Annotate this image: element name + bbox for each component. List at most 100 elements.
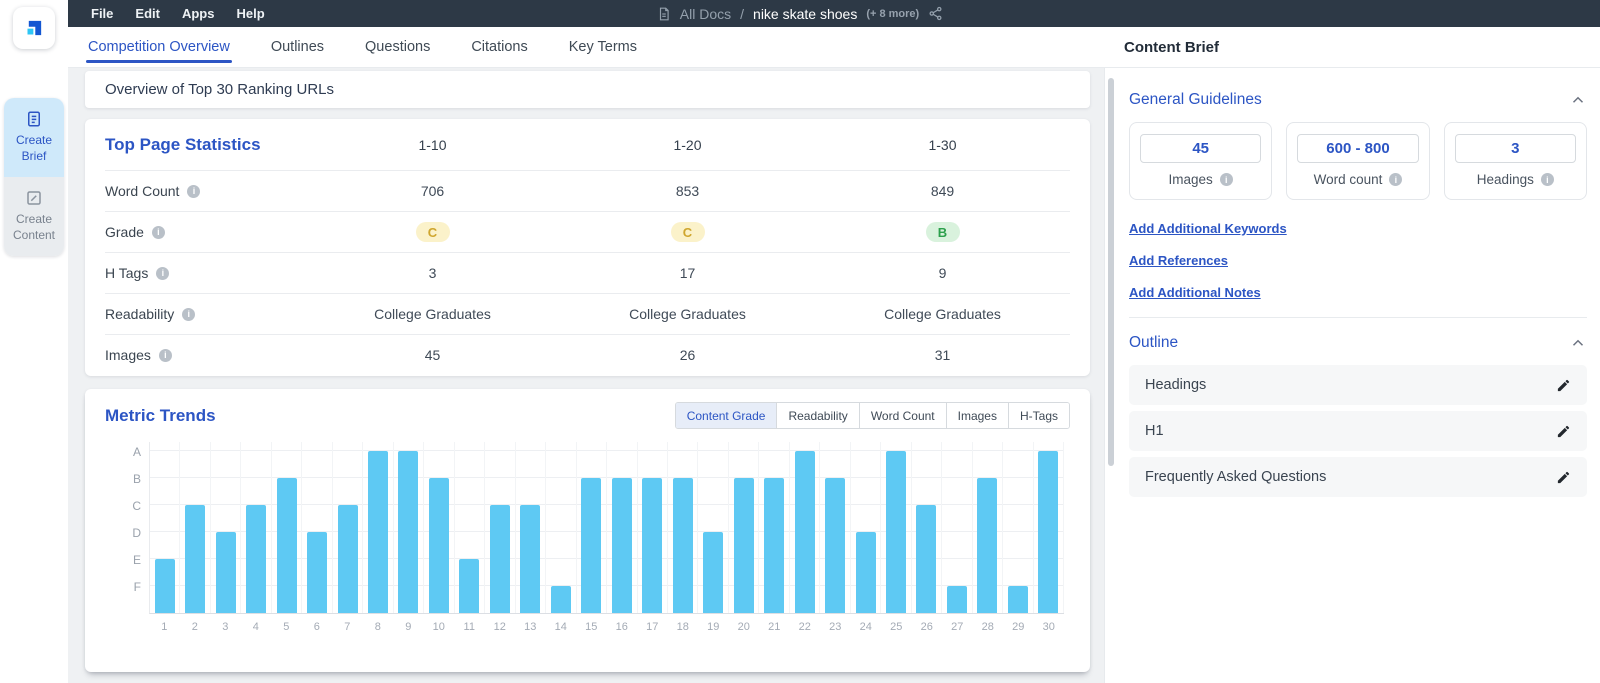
tab-key-terms[interactable]: Key Terms [567, 27, 639, 67]
grade-badge: C [671, 222, 705, 242]
bar-slot-27[interactable] [942, 442, 972, 613]
breadcrumb-separator: / [740, 6, 744, 22]
bar-slot-23[interactable] [820, 442, 850, 613]
stats-row-label-text: Grade [105, 224, 144, 240]
share-icon[interactable] [928, 6, 943, 21]
segment-word-count[interactable]: Word Count [859, 403, 946, 428]
tab-questions[interactable]: Questions [363, 27, 432, 67]
bar-slot-18[interactable] [668, 442, 698, 613]
bar-slot-21[interactable] [759, 442, 789, 613]
bar-slot-10[interactable] [424, 442, 454, 613]
edit-pencil-icon[interactable] [1556, 424, 1571, 439]
outline-title: Outline [1129, 334, 1178, 352]
bar-slot-1[interactable] [150, 442, 180, 613]
segment-content-grade[interactable]: Content Grade [676, 403, 777, 428]
metric-trends-card: Metric Trends Content GradeReadabilityWo… [85, 389, 1090, 672]
bar-slot-22[interactable] [790, 442, 820, 613]
bar-slot-9[interactable] [394, 442, 424, 613]
breadcrumb-more-count[interactable]: (+ 8 more) [866, 8, 919, 20]
chart-bars [150, 442, 1064, 613]
bar-slot-30[interactable] [1034, 442, 1064, 613]
bar-slot-24[interactable] [851, 442, 881, 613]
tabs: Competition Overview Outlines Questions Cit… [68, 27, 1600, 67]
bar-slot-14[interactable] [546, 442, 576, 613]
bar-slot-15[interactable] [577, 442, 607, 613]
grade-bar-19 [703, 532, 723, 613]
bar-slot-26[interactable] [912, 442, 942, 613]
create-brief-button[interactable]: Create Brief [4, 98, 64, 177]
guideline-cards: 45Imagesi600 - 800Word counti3Headingsi [1129, 122, 1587, 200]
stats-value-cell: College Graduates [305, 306, 560, 322]
tab-outlines[interactable]: Outlines [269, 27, 326, 67]
edit-pencil-icon[interactable] [1556, 378, 1571, 393]
stats-row-label-text: Word Count [105, 183, 179, 199]
segment-h-tags[interactable]: H-Tags [1008, 403, 1069, 428]
bar-slot-17[interactable] [638, 442, 668, 613]
segment-readability[interactable]: Readability [776, 403, 858, 428]
bar-slot-8[interactable] [363, 442, 393, 613]
x-tick-29: 29 [1003, 621, 1034, 633]
scrollbar-thumb[interactable] [1108, 78, 1114, 466]
bar-slot-19[interactable] [698, 442, 728, 613]
link-add-additional-notes[interactable]: Add Additional Notes [1129, 285, 1587, 300]
stats-row-label: Word Count i [105, 183, 305, 199]
info-icon[interactable]: i [1541, 173, 1554, 186]
menu-item-help[interactable]: Help [225, 0, 275, 27]
info-icon[interactable]: i [156, 267, 169, 280]
info-icon[interactable]: i [159, 349, 172, 362]
stats-col-1-10: 1-10 [305, 137, 560, 153]
tab-competition-overview[interactable]: Competition Overview [86, 27, 232, 67]
info-icon[interactable]: i [187, 185, 200, 198]
frase-logo[interactable] [13, 7, 55, 49]
guideline-value-word-count[interactable]: 600 - 800 [1297, 134, 1418, 163]
grade-bar-28 [977, 478, 997, 613]
bar-slot-13[interactable] [516, 442, 546, 613]
link-add-references[interactable]: Add References [1129, 253, 1587, 268]
collapse-guidelines-chevron-up-icon[interactable] [1569, 91, 1587, 109]
edit-pencil-icon[interactable] [1556, 470, 1571, 485]
stats-value-cell: 9 [815, 265, 1070, 281]
bar-slot-25[interactable] [881, 442, 911, 613]
bar-slot-4[interactable] [241, 442, 271, 613]
link-add-additional-keywords[interactable]: Add Additional Keywords [1129, 221, 1587, 236]
breadcrumb-all-docs[interactable]: All Docs [680, 6, 731, 22]
bar-slot-28[interactable] [973, 442, 1003, 613]
outline-row-frequently-asked-questions[interactable]: Frequently Asked Questions [1129, 457, 1587, 497]
info-icon[interactable]: i [152, 226, 165, 239]
bar-slot-20[interactable] [729, 442, 759, 613]
create-content-button[interactable]: Create Content [4, 177, 64, 256]
content-brief-title: Content Brief [1124, 27, 1219, 67]
bar-slot-3[interactable] [211, 442, 241, 613]
guideline-value-images[interactable]: 45 [1140, 134, 1261, 163]
stats-header-row: Top Page Statistics1-101-201-30 [105, 119, 1070, 170]
menu-item-file[interactable]: File [80, 0, 124, 27]
bar-slot-6[interactable] [302, 442, 332, 613]
outline-row-headings[interactable]: Headings [1129, 365, 1587, 405]
collapse-outline-chevron-up-icon[interactable] [1569, 334, 1587, 352]
bar-slot-11[interactable] [455, 442, 485, 613]
stats-value-cell: 26 [560, 347, 815, 363]
menu-item-edit[interactable]: Edit [124, 0, 171, 27]
grade-bar-27 [947, 586, 967, 613]
guideline-value-headings[interactable]: 3 [1455, 134, 1576, 163]
tab-citations[interactable]: Citations [469, 27, 529, 67]
menu-item-apps[interactable]: Apps [171, 0, 226, 27]
bar-slot-12[interactable] [485, 442, 515, 613]
bar-slot-16[interactable] [607, 442, 637, 613]
x-tick-20: 20 [729, 621, 760, 633]
info-icon[interactable]: i [1220, 173, 1233, 186]
bar-slot-2[interactable] [180, 442, 210, 613]
segment-images[interactable]: Images [946, 403, 1008, 428]
app-menus: FileEditAppsHelp [68, 0, 276, 27]
grade-bar-14 [551, 586, 571, 613]
info-icon[interactable]: i [182, 308, 195, 321]
outline-row-h1[interactable]: H1 [1129, 411, 1587, 451]
create-content-label: Create Content [13, 212, 55, 242]
stats-row-label: H Tagsi [105, 265, 305, 281]
bar-slot-7[interactable] [333, 442, 363, 613]
x-tick-18: 18 [668, 621, 699, 633]
info-icon[interactable]: i [1389, 173, 1402, 186]
bar-slot-5[interactable] [272, 442, 302, 613]
bar-slot-29[interactable] [1003, 442, 1033, 613]
x-tick-3: 3 [210, 621, 241, 633]
